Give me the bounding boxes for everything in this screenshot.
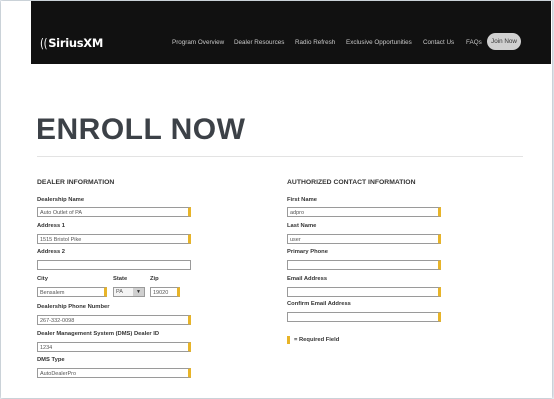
- dealership-phone-field[interactable]: 267-332-0098: [37, 315, 191, 325]
- primary-phone-field[interactable]: [287, 260, 441, 270]
- state-label: State: [113, 276, 128, 282]
- dms-type-label: DMS Type: [37, 357, 65, 363]
- first-name-label: First Name: [287, 197, 317, 203]
- zip-label: Zip: [150, 276, 159, 282]
- nav-program-overview[interactable]: Program Overview: [172, 39, 224, 46]
- dms-dealer-id-label: Dealer Management System (DMS) Dealer ID: [37, 331, 160, 337]
- page-title: ENROLL NOW: [36, 113, 246, 146]
- confirm-email-field[interactable]: [287, 312, 441, 322]
- dealership-name-label: Dealership Name: [37, 197, 85, 203]
- last-name-field[interactable]: user: [287, 234, 441, 244]
- siriusxm-logo[interactable]: ((SiriusXM: [39, 36, 103, 52]
- nav-contact-us[interactable]: Contact Us: [423, 39, 454, 46]
- nav-radio-refresh[interactable]: Radio Refresh: [295, 39, 335, 46]
- dealership-phone-label: Dealership Phone Number: [37, 304, 110, 310]
- state-value: PA: [116, 289, 123, 295]
- divider: [37, 156, 523, 157]
- address2-field[interactable]: [37, 260, 191, 270]
- last-name-label: Last Name: [287, 223, 317, 229]
- state-select[interactable]: PA ▼: [113, 287, 145, 297]
- address2-label: Address 2: [37, 249, 66, 255]
- email-field[interactable]: [287, 287, 441, 297]
- required-marker: [287, 336, 290, 344]
- nav-faqs[interactable]: FAQs: [466, 39, 482, 46]
- join-now-button[interactable]: Join Now: [487, 33, 521, 50]
- chevron-down-icon[interactable]: ▼: [133, 288, 144, 296]
- logo-text: SiriusXM: [48, 36, 103, 50]
- confirm-email-label: Confirm Email Address: [287, 301, 351, 307]
- city-label: City: [37, 276, 48, 282]
- page-frame: ((SiriusXM Program Overview Dealer Resou…: [1, 1, 552, 398]
- required-field-legend: = Required Field: [294, 337, 340, 343]
- dealership-name-field[interactable]: Auto Outlet of PA: [37, 207, 191, 217]
- address1-label: Address 1: [37, 223, 66, 229]
- nav-dealer-resources[interactable]: Dealer Resources: [234, 39, 284, 46]
- first-name-field[interactable]: adpro: [287, 207, 441, 217]
- dms-dealer-id-field[interactable]: 1234: [37, 342, 191, 352]
- zip-field[interactable]: 19020: [150, 287, 180, 297]
- dms-type-field[interactable]: AutoDealerPro: [37, 368, 191, 378]
- city-field[interactable]: Bensalem: [37, 287, 107, 297]
- primary-phone-label: Primary Phone: [287, 249, 328, 255]
- nav-exclusive-opportunities[interactable]: Exclusive Opportunities: [346, 39, 412, 46]
- top-navigation-bar: ((SiriusXM Program Overview Dealer Resou…: [31, 1, 551, 64]
- email-label: Email Address: [287, 276, 328, 282]
- dealer-section-heading: DEALER INFORMATION: [37, 179, 115, 186]
- radio-waves-icon: ((: [40, 37, 48, 52]
- address1-field[interactable]: 1515 Bristol Pike: [37, 234, 191, 244]
- contact-section-heading: AUTHORIZED CONTACT INFORMATION: [287, 179, 416, 186]
